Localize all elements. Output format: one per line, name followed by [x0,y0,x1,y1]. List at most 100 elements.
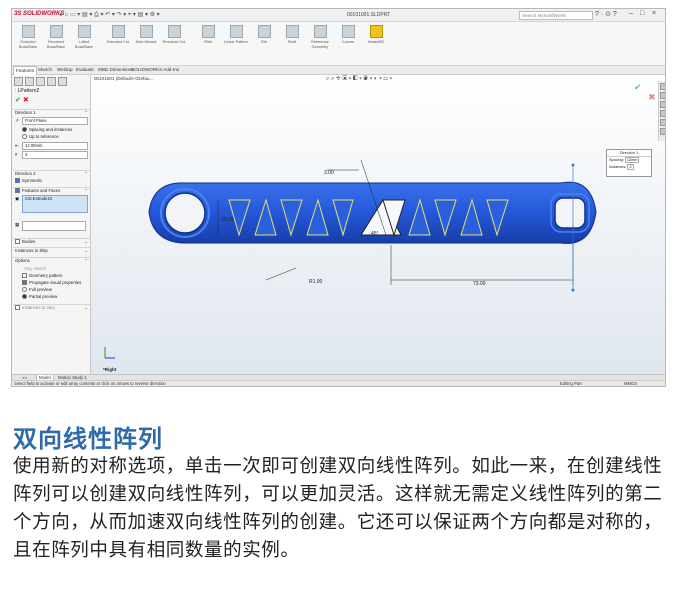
reference-geometry-icon [313,25,327,38]
tab-solidworks-addins[interactable]: SOLIDWORKS Add-Ins [129,66,181,74]
feature-icon: ▣ [15,196,20,201]
collapse-icon[interactable]: ⌃ [84,110,88,116]
ribbon-linear-pattern-button[interactable]: Linear Pattern [222,25,250,55]
instances-field[interactable]: 3 [22,151,88,159]
view-palette-icon[interactable] [660,110,665,117]
resources-icon[interactable] [660,83,665,90]
dim-xpert-icon[interactable] [47,77,56,86]
direction1-section[interactable]: Direction 1 ⌃ [13,109,90,116]
triad [104,347,115,359]
cancel-icon[interactable]: ✖ [23,97,29,104]
close-icon[interactable]: × [652,10,656,17]
ribbon-rib-button[interactable]: Rib [250,25,278,55]
pattern-title: LPattern2 [17,88,40,94]
square-hole [554,197,586,229]
command-manager: Extruded Boss/Base Revolved Boss/Base Lo… [12,22,665,66]
instances-icon: # [15,152,18,157]
dim-radius: R1.00 [309,279,323,285]
options-section[interactable]: Options ⌃ [13,257,90,264]
spacing-icon: ⇤ [15,143,19,148]
ribbon-extruded-cut-button[interactable]: Extruded Cut [104,25,132,55]
geometry-pattern-checkbox[interactable]: Geometry pattern [22,273,62,279]
bodies-section[interactable]: Bodies ⌄ [13,238,90,245]
custom-properties-icon[interactable] [660,128,665,135]
extrude-icon [21,25,35,38]
direction2-section[interactable]: Direction 2 ⌃ [13,170,90,177]
feature-manager-icon[interactable] [14,77,23,86]
vary-sketch-checkbox[interactable]: Vary sketch [24,266,46,271]
article-body: 使用新的对称选项，单击一次即可创建双向线性阵列。如此一来，在创建线性阵列可以创建… [13,455,663,560]
ribbon-shell-button[interactable]: Shell [278,25,306,55]
task-pane [658,81,665,141]
instances-to-vary-section[interactable]: Instances to Vary ⌄ [13,304,90,311]
graphics-area[interactable]: 00101001 (Default<<Defau... ⌕ ⌕ ✥ ▣ ▾ ◧ … [91,75,665,378]
status-bar: Select field to activate or edit array c… [12,380,665,386]
callout-spacing[interactable]: 12mm [624,157,640,163]
symmetric-checkbox[interactable]: Symmetric [15,178,42,184]
view-orientation-label: *Right [103,367,117,372]
features-list-item[interactable]: Cut-Extrude10 [25,196,52,201]
spacing-field[interactable]: 12.00mm [22,142,88,150]
help-icon[interactable]: ? · ⊙ ? [595,10,617,18]
command-tabs: Features Sketch Weldup Evaluate MBD Dime… [12,66,665,75]
quick-access-toolbar[interactable]: ▸ ⌂ ▭ ▾ ▤ ▾ ⎙ ▾ ↶ ▾ ↷ ▾ ⌖ ▾ ▤ ▾ ⚙ ▾ [60,11,160,19]
appearances-icon[interactable] [660,119,665,126]
instances-to-skip-section[interactable]: Instances to Skip ⌄ [13,247,90,254]
property-manager: ⫶ LPattern2 ✔ ✖ Direction 1 ⌃ ↗ Front Pla… [12,75,91,378]
status-hint: Select field to activate or edit array c… [14,381,166,386]
tab-features[interactable]: Features [13,66,38,75]
tab-sketch[interactable]: Sketch [36,66,54,74]
property-manager-icon[interactable] [25,77,34,86]
status-units[interactable]: MMGS [624,381,637,386]
full-preview-radio[interactable]: Full preview [22,287,52,293]
direction-arrow-icon[interactable]: ↗ [15,118,19,124]
tab-evaluate[interactable]: Evaluate [74,66,96,74]
restore-icon[interactable]: □ [640,10,644,17]
cut-icon [111,25,125,38]
ribbon-instant3d-button[interactable]: Instant3D [362,25,390,55]
dim-height: 20.00 [221,217,234,223]
ribbon-revolved-boss-button[interactable]: Revolved Boss/Base [42,25,70,55]
minimize-icon[interactable]: – [629,10,633,17]
fillet-icon [201,25,215,38]
direction-callout[interactable]: Direction 1 Spacing: 12mm Instances: 3 [606,149,652,177]
tab-weldup[interactable]: Weldup [55,66,75,74]
display-manager-icon[interactable] [58,77,67,86]
linear-pattern-icon [229,25,243,38]
ribbon-lofted-boss-button[interactable]: Lofted Boss/Base [70,25,98,55]
up-to-reference-radio[interactable]: Up to reference [22,134,59,140]
ribbon-fillet-button[interactable]: Fillet [194,25,222,55]
explorer-icon[interactable] [660,101,665,108]
dim-length: 73.00 [473,281,486,287]
ribbon-revolved-cut-button[interactable]: Revolved Cut [160,25,188,55]
ok-icon[interactable]: ✔ [15,97,21,104]
config-manager-icon[interactable] [36,77,45,86]
revolve-icon [49,25,63,38]
revolve-cut-icon [167,25,181,38]
spacing-instances-radio[interactable]: Spacing and instances [22,127,72,133]
propagate-checkbox[interactable]: Propagate visual properties [22,280,81,286]
callout-instances[interactable]: 3 [627,164,634,170]
manager-tabs [14,77,69,86]
solidworks-logo: 3S SOLIDWORKS [14,11,65,17]
ok-cancel-row: ✔ ✖ [15,96,29,104]
search-input[interactable]: Search MySolidWorks [519,11,593,20]
ribbon-hole-wizard-button[interactable]: Hole Wizard [132,25,160,55]
dim-angle: 45° [371,231,379,237]
faces-icon: ▦ [15,222,20,227]
article-heading: 双向线性阵列 [13,426,163,453]
ribbon-curves-button[interactable]: Curves [334,25,362,55]
features-list[interactable]: Cut-Extrude10 [22,195,88,213]
library-icon[interactable] [660,92,665,99]
solidworks-window: 3S SOLIDWORKS ▸ ⌂ ▭ ▾ ▤ ▾ ⎙ ▾ ↶ ▾ ↷ ▾ ⌖ … [11,8,666,387]
ribbon-extruded-boss-button[interactable]: Extruded Boss/Base [14,25,42,55]
loft-icon [77,25,91,38]
curves-icon [341,25,355,38]
status-mode: Editing Part [560,381,582,386]
faces-list[interactable] [22,221,86,231]
title-bar: 3S SOLIDWORKS ▸ ⌂ ▭ ▾ ▤ ▾ ⎙ ▾ ↶ ▾ ↷ ▾ ⌖ … [12,9,665,22]
ribbon-reference-geometry-button[interactable]: Reference Geometry [306,25,334,55]
direction1-reference-field[interactable]: Front Plane [22,117,88,125]
partial-preview-radio[interactable]: Partial preview [22,294,57,300]
features-faces-section[interactable]: Features and Faces ⌃ [13,187,90,194]
